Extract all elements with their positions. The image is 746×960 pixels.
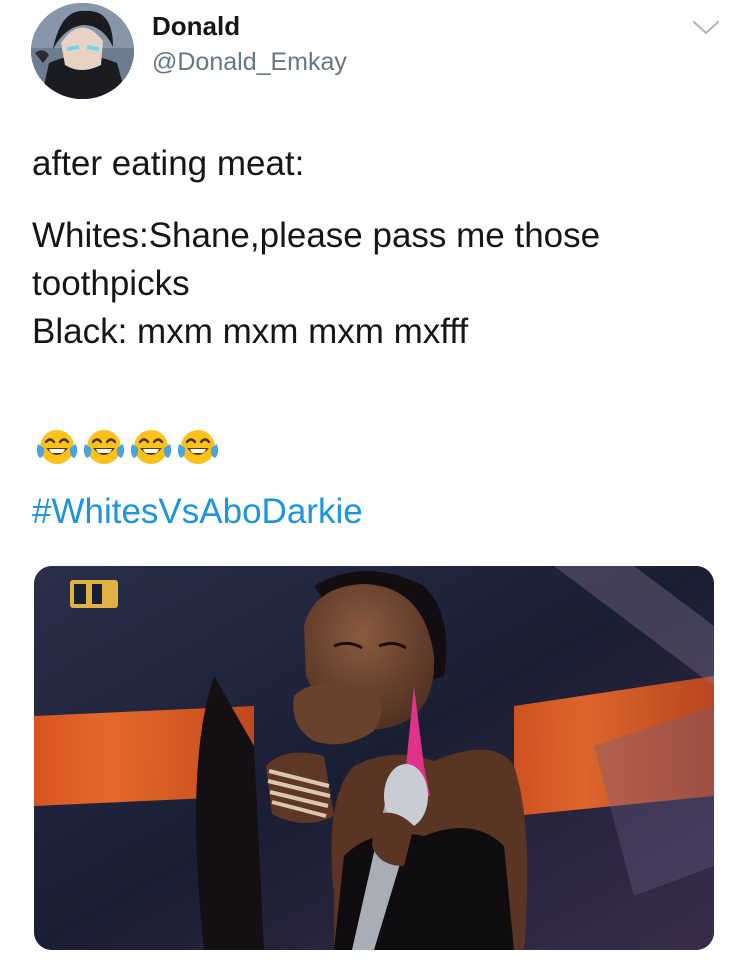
tweet-line: Whites:Shane,please pass me those: [32, 216, 601, 255]
user-handle[interactable]: @Donald_Emkay: [152, 46, 347, 78]
anime-character-avatar-icon: [31, 3, 134, 99]
face-with-tears-of-joy-icon: [36, 430, 78, 464]
display-name[interactable]: Donald: [152, 10, 240, 42]
face-with-tears-of-joy-icon: [130, 430, 172, 464]
face-with-tears-of-joy-icon: [83, 430, 125, 464]
avatar[interactable]: [31, 3, 134, 99]
face-with-tears-of-joy-icon: [177, 430, 219, 464]
tweet-text: after eating meat: Whites:Shane,please p…: [32, 140, 722, 356]
hashtag-link[interactable]: #WhitesVsAboDarkie: [32, 488, 363, 536]
emoji-row: [34, 424, 221, 472]
chevron-down-icon[interactable]: [691, 16, 721, 38]
photo-woman-covering-mouth-icon: [34, 566, 714, 950]
tweet-line: toothpicks: [32, 264, 190, 303]
tweet-line: Black: mxm mxm mxm mxfff: [32, 312, 469, 351]
tweet-line: after eating meat:: [32, 144, 305, 183]
tweet-media-image[interactable]: [34, 566, 714, 950]
tweet-header: Donald @Donald_Emkay: [0, 0, 746, 110]
